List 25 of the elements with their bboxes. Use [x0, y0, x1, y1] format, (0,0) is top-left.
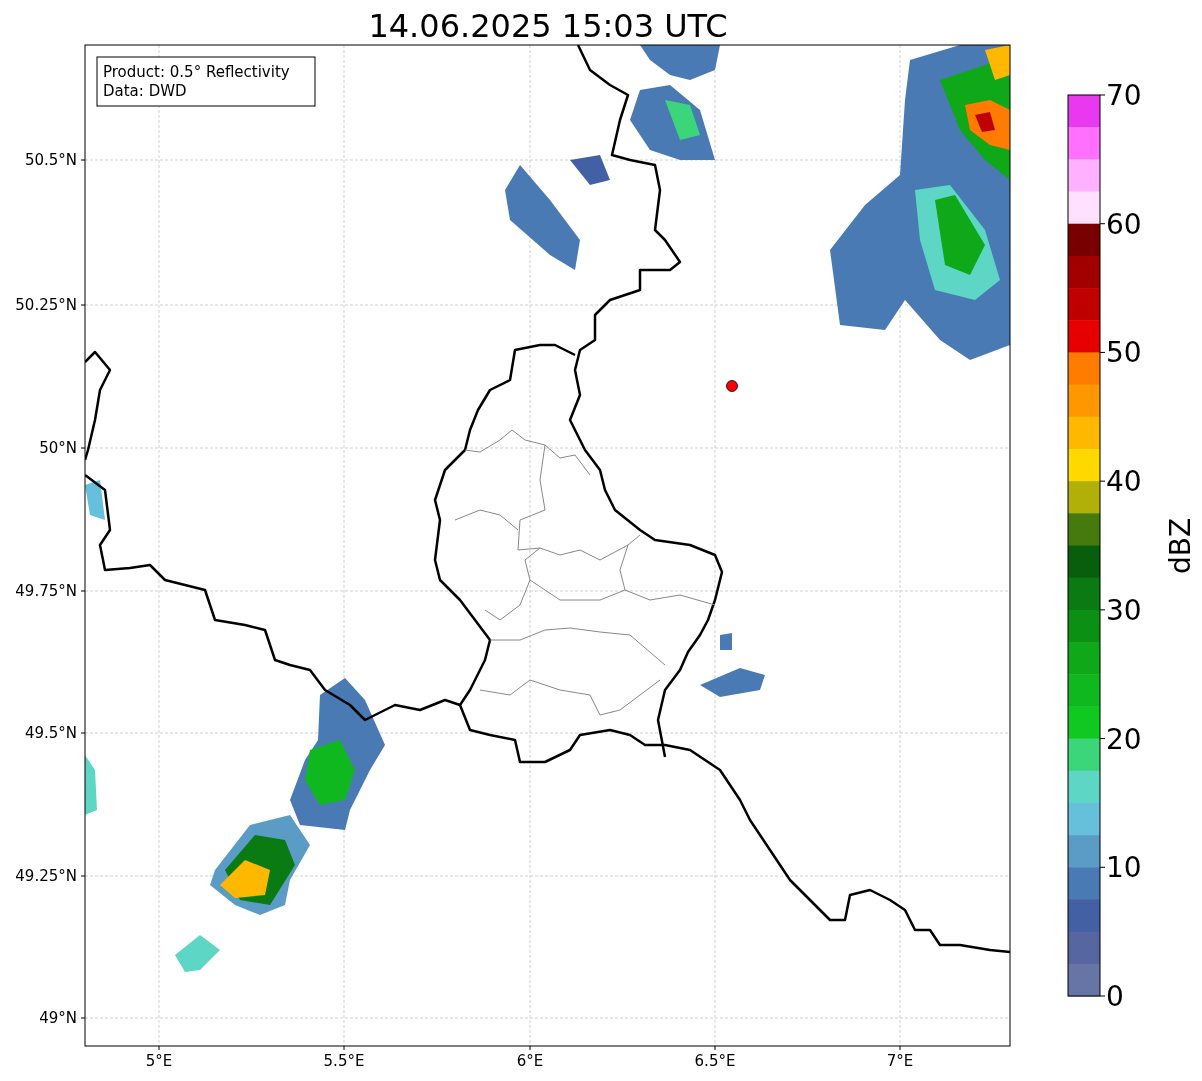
longitude-label: 5.5°E [323, 1052, 365, 1070]
colorbar-tick-label: 70 [1106, 79, 1142, 112]
longitude-label: 7°E [886, 1052, 914, 1070]
location-marker [726, 380, 738, 392]
info-text: Product: 0.5° Reflectivity [103, 63, 290, 81]
colorbar-tick-label: 50 [1106, 336, 1142, 370]
longitude-label: 5°E [145, 1052, 173, 1070]
latitude-label: 50.5°N [24, 151, 77, 169]
chart-title: 14.06.2025 15:03 UTC [368, 7, 728, 45]
colorbar-tick-label: 20 [1106, 722, 1142, 756]
info-text: Data: DWD [103, 82, 187, 100]
latitude-label: 49.25°N [15, 867, 77, 885]
colorbar-tick-label: 40 [1106, 465, 1142, 499]
latitude-label: 49.5°N [24, 724, 77, 742]
colorbar-label: dBZ [1164, 517, 1197, 575]
longitude-label: 6°E [516, 1052, 544, 1070]
colorbar-tick-label: 0 [1106, 980, 1124, 1013]
latitude-label: 50.25°N [15, 296, 77, 314]
longitude-label: 6.5°E [694, 1052, 736, 1070]
latitude-label: 49°N [39, 1009, 77, 1027]
colorbar-tick-label: 30 [1106, 593, 1142, 627]
colorbar-tick-label: 10 [1106, 851, 1142, 885]
latitude-label: 49.75°N [15, 582, 77, 600]
colorbar-tick-label: 60 [1106, 207, 1142, 241]
latitude-label: 50°N [39, 439, 77, 457]
